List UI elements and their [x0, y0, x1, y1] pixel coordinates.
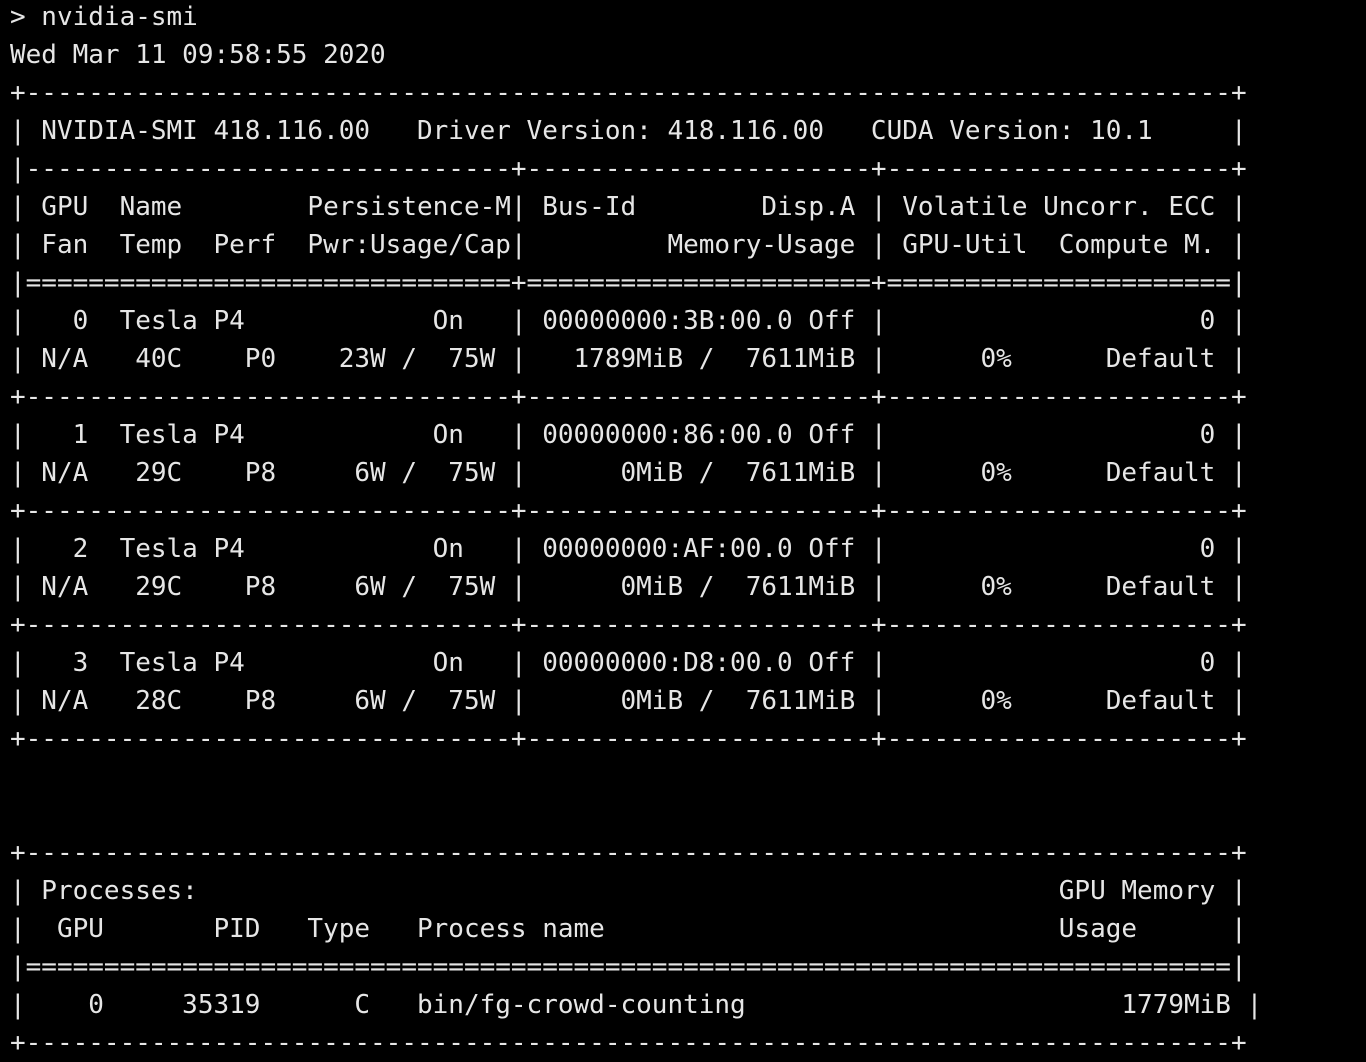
table-divider: +-------------------------------+-------… [10, 610, 1247, 640]
table-divider: +-------------------------------+-------… [10, 382, 1247, 412]
driver-version-line: | NVIDIA-SMI 418.116.00 Driver Version: … [10, 116, 1247, 146]
gpu-3-row-1: | 3 Tesla P4 On | 00000000:D8:00.0 Off |… [10, 648, 1247, 678]
gpu-table-header-separator: |===============================+=======… [10, 268, 1247, 298]
command-prompt-line: > nvidia-smi [10, 2, 198, 32]
timestamp-line: Wed Mar 11 09:58:55 2020 [10, 40, 386, 70]
terminal-window[interactable]: > nvidia-smi Wed Mar 11 09:58:55 2020 +-… [0, 0, 1366, 1058]
table-divider: |-------------------------------+-------… [10, 154, 1247, 184]
gpu-3-row-2: | N/A 28C P8 6W / 75W | 0MiB / 7611MiB |… [10, 686, 1247, 716]
gpu-table-header-row-2: | Fan Temp Perf Pwr:Usage/Cap| Memory-Us… [10, 230, 1247, 260]
gpu-2-row-2: | N/A 29C P8 6W / 75W | 0MiB / 7611MiB |… [10, 572, 1247, 602]
processes-title-line: | Processes: GPU Memory | [10, 876, 1247, 906]
gpu-1-row-1: | 1 Tesla P4 On | 00000000:86:00.0 Off |… [10, 420, 1247, 450]
gpu-0-row-2: | N/A 40C P0 23W / 75W | 1789MiB / 7611M… [10, 344, 1247, 374]
table-divider: +-------------------------------+-------… [10, 496, 1247, 526]
processes-header-separator: |=======================================… [10, 952, 1247, 982]
gpu-2-row-1: | 2 Tesla P4 On | 00000000:AF:00.0 Off |… [10, 534, 1247, 564]
processes-border-top: +---------------------------------------… [10, 838, 1247, 868]
table-border-bottom: +-------------------------------+-------… [10, 724, 1247, 754]
gpu-table-header-row-1: | GPU Name Persistence-M| Bus-Id Disp.A … [10, 192, 1247, 222]
gpu-0-row-1: | 0 Tesla P4 On | 00000000:3B:00.0 Off |… [10, 306, 1247, 336]
processes-border-bottom: +---------------------------------------… [10, 1028, 1247, 1058]
process-row: | 0 35319 C bin/fg-crowd-counting 1779Mi… [10, 990, 1263, 1020]
table-border-top: +---------------------------------------… [10, 78, 1247, 108]
processes-header-row: | GPU PID Type Process name Usage | [10, 914, 1247, 944]
gpu-1-row-2: | N/A 29C P8 6W / 75W | 0MiB / 7611MiB |… [10, 458, 1247, 488]
